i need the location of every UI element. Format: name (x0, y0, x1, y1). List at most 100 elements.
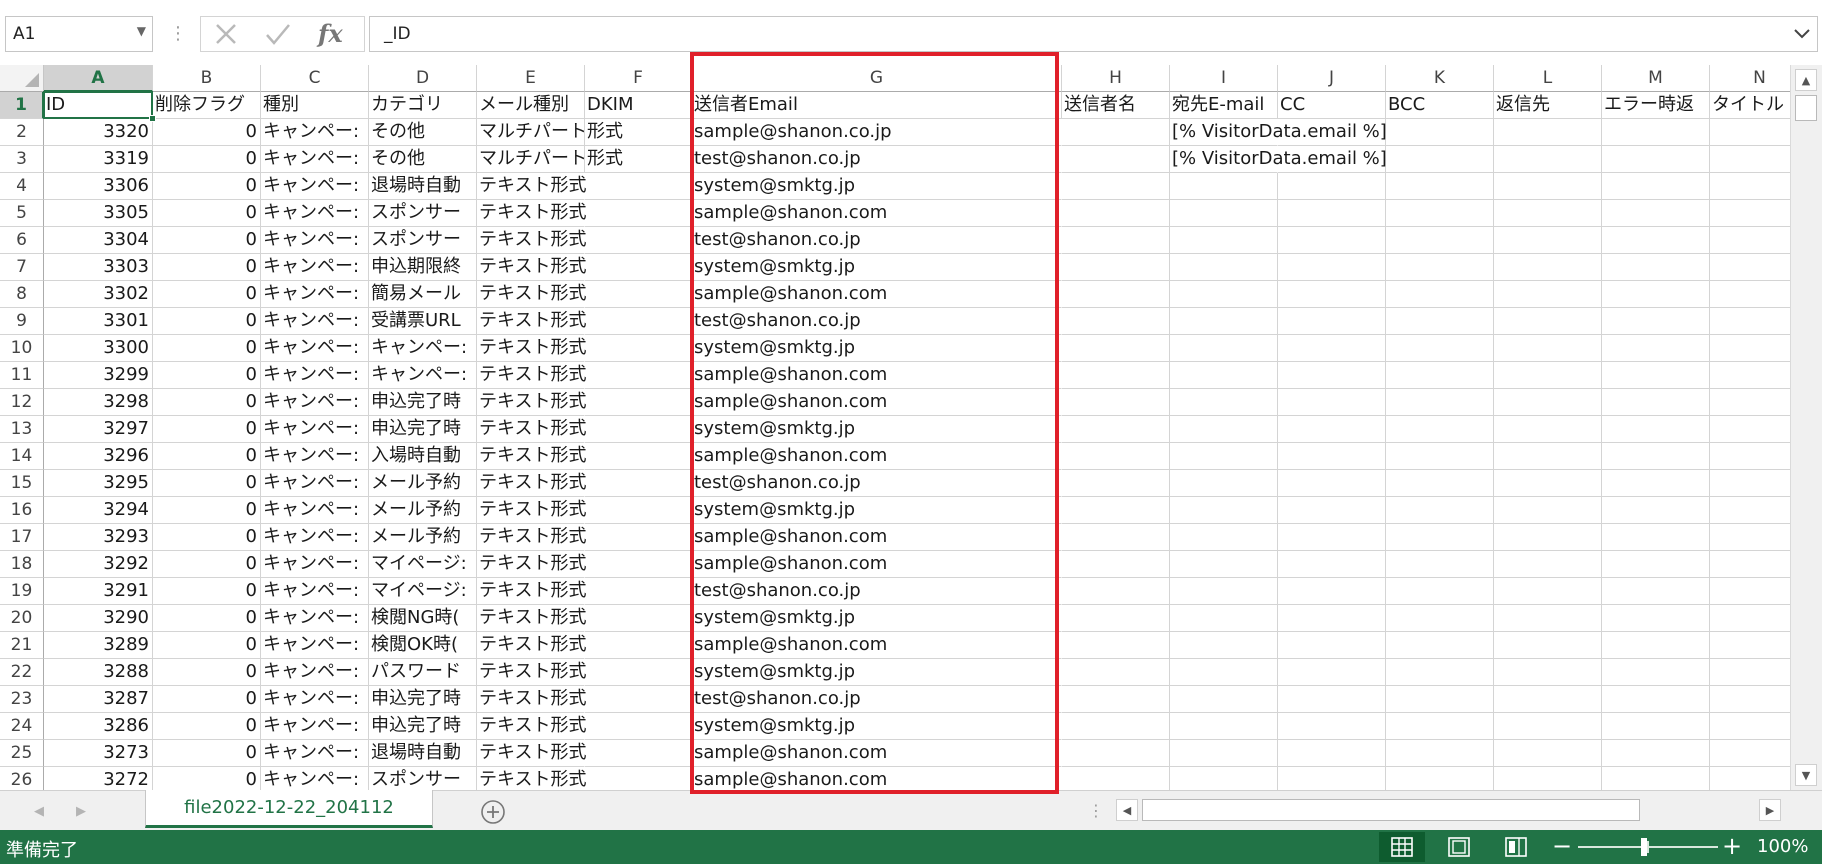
cell-j9[interactable] (1278, 308, 1386, 335)
cell-h3[interactable] (1062, 146, 1170, 173)
cell-k1[interactable]: BCC (1386, 92, 1494, 119)
cell-e7[interactable]: テキスト形式 (477, 254, 586, 281)
cell-b15[interactable]: 0 (153, 470, 261, 497)
cell-b16[interactable]: 0 (153, 497, 261, 524)
cell-d18[interactable]: マイページ: (369, 551, 477, 578)
cell-g4[interactable]: system@smktg.jp (692, 173, 1062, 200)
column-header-l[interactable]: L (1494, 65, 1602, 92)
cell-b23[interactable]: 0 (153, 686, 261, 713)
cell-b3[interactable]: 0 (153, 146, 261, 173)
cell-g11[interactable]: sample@shanon.com (692, 362, 1062, 389)
row-header-15[interactable]: 15 (0, 470, 44, 497)
cell-k17[interactable] (1386, 524, 1494, 551)
row-header-9[interactable]: 9 (0, 308, 44, 335)
row-header-25[interactable]: 25 (0, 740, 44, 767)
cell-e23[interactable]: テキスト形式 (477, 686, 586, 713)
cell-e2[interactable]: マルチパート (477, 119, 585, 146)
cell-l26[interactable] (1494, 767, 1602, 790)
cell-m25[interactable] (1602, 740, 1710, 767)
cell-d23[interactable]: 申込完了時 (369, 686, 477, 713)
cell-h16[interactable] (1062, 497, 1170, 524)
cell-d8[interactable]: 簡易メール (369, 281, 477, 308)
cell-e11[interactable]: テキスト形式 (477, 362, 586, 389)
cell-c1[interactable]: 種別 (261, 92, 369, 119)
cell-m23[interactable] (1602, 686, 1710, 713)
cell-a10[interactable]: 3300 (44, 335, 153, 362)
horizontal-scrollbar[interactable]: ◀ ▶ (1116, 799, 1781, 823)
cell-j6[interactable] (1278, 227, 1386, 254)
cell-g23[interactable]: test@shanon.co.jp (692, 686, 1062, 713)
cell-i5[interactable] (1170, 200, 1278, 227)
cell-e8[interactable]: テキスト形式 (477, 281, 586, 308)
cell-n15[interactable] (1710, 470, 1790, 497)
cell-b10[interactable]: 0 (153, 335, 261, 362)
cell-f8[interactable] (585, 281, 692, 308)
cell-e18[interactable]: テキスト形式 (477, 551, 586, 578)
cell-l20[interactable] (1494, 605, 1602, 632)
cell-n5[interactable] (1710, 200, 1790, 227)
cell-g1[interactable]: 送信者Email (692, 92, 1062, 119)
cell-m26[interactable] (1602, 767, 1710, 790)
cell-i22[interactable] (1170, 659, 1278, 686)
column-header-a[interactable]: A (44, 65, 153, 92)
cell-l23[interactable] (1494, 686, 1602, 713)
cell-a24[interactable]: 3286 (44, 713, 153, 740)
cell-c14[interactable]: キャンペー: (261, 443, 369, 470)
cell-h9[interactable] (1062, 308, 1170, 335)
cell-j8[interactable] (1278, 281, 1386, 308)
cell-f22[interactable] (585, 659, 692, 686)
column-header-b[interactable]: B (153, 65, 261, 92)
cell-f10[interactable] (585, 335, 692, 362)
cell-d10[interactable]: キャンペー: (369, 335, 477, 362)
cell-f13[interactable] (585, 416, 692, 443)
cell-m12[interactable] (1602, 389, 1710, 416)
cell-m5[interactable] (1602, 200, 1710, 227)
scroll-left-icon[interactable]: ◀ (1116, 799, 1138, 821)
cell-l10[interactable] (1494, 335, 1602, 362)
column-header-k[interactable]: K (1386, 65, 1494, 92)
cell-n21[interactable] (1710, 632, 1790, 659)
vertical-scroll-thumb[interactable] (1795, 95, 1817, 121)
cell-c7[interactable]: キャンペー: (261, 254, 369, 281)
cell-i23[interactable] (1170, 686, 1278, 713)
scroll-down-icon[interactable]: ▼ (1795, 764, 1817, 786)
cell-g21[interactable]: sample@shanon.com (692, 632, 1062, 659)
cell-c25[interactable]: キャンペー: (261, 740, 369, 767)
cell-k11[interactable] (1386, 362, 1494, 389)
cell-b17[interactable]: 0 (153, 524, 261, 551)
cell-g2[interactable]: sample@shanon.co.jp (692, 119, 1062, 146)
cell-l6[interactable] (1494, 227, 1602, 254)
cell-c22[interactable]: キャンペー: (261, 659, 369, 686)
cell-c12[interactable]: キャンペー: (261, 389, 369, 416)
cell-n17[interactable] (1710, 524, 1790, 551)
cell-d17[interactable]: メール予約 (369, 524, 477, 551)
cell-l19[interactable] (1494, 578, 1602, 605)
cell-f11[interactable] (585, 362, 692, 389)
cell-c2[interactable]: キャンペー: (261, 119, 369, 146)
cell-h15[interactable] (1062, 470, 1170, 497)
cell-f12[interactable] (585, 389, 692, 416)
cell-j1[interactable]: CC (1278, 92, 1386, 119)
cell-c17[interactable]: キャンペー: (261, 524, 369, 551)
cell-e22[interactable]: テキスト形式 (477, 659, 586, 686)
cell-f18[interactable] (585, 551, 692, 578)
column-header-f[interactable]: F (585, 65, 692, 92)
cell-i21[interactable] (1170, 632, 1278, 659)
row-header-4[interactable]: 4 (0, 173, 44, 200)
cell-l22[interactable] (1494, 659, 1602, 686)
cell-m14[interactable] (1602, 443, 1710, 470)
cell-a21[interactable]: 3289 (44, 632, 153, 659)
cell-e12[interactable]: テキスト形式 (477, 389, 586, 416)
cell-i4[interactable] (1170, 173, 1278, 200)
cell-l1[interactable]: 返信先 (1494, 92, 1602, 119)
cell-h4[interactable] (1062, 173, 1170, 200)
name-box[interactable]: A1 ▼ (5, 16, 153, 52)
cell-i2[interactable]: [% VisitorData.email %] (1170, 119, 1387, 146)
cell-e25[interactable]: テキスト形式 (477, 740, 586, 767)
cell-b20[interactable]: 0 (153, 605, 261, 632)
cell-k13[interactable] (1386, 416, 1494, 443)
add-sheet-icon[interactable] (480, 799, 506, 825)
cell-i11[interactable] (1170, 362, 1278, 389)
cell-c19[interactable]: キャンペー: (261, 578, 369, 605)
cell-d6[interactable]: スポンサー (369, 227, 477, 254)
